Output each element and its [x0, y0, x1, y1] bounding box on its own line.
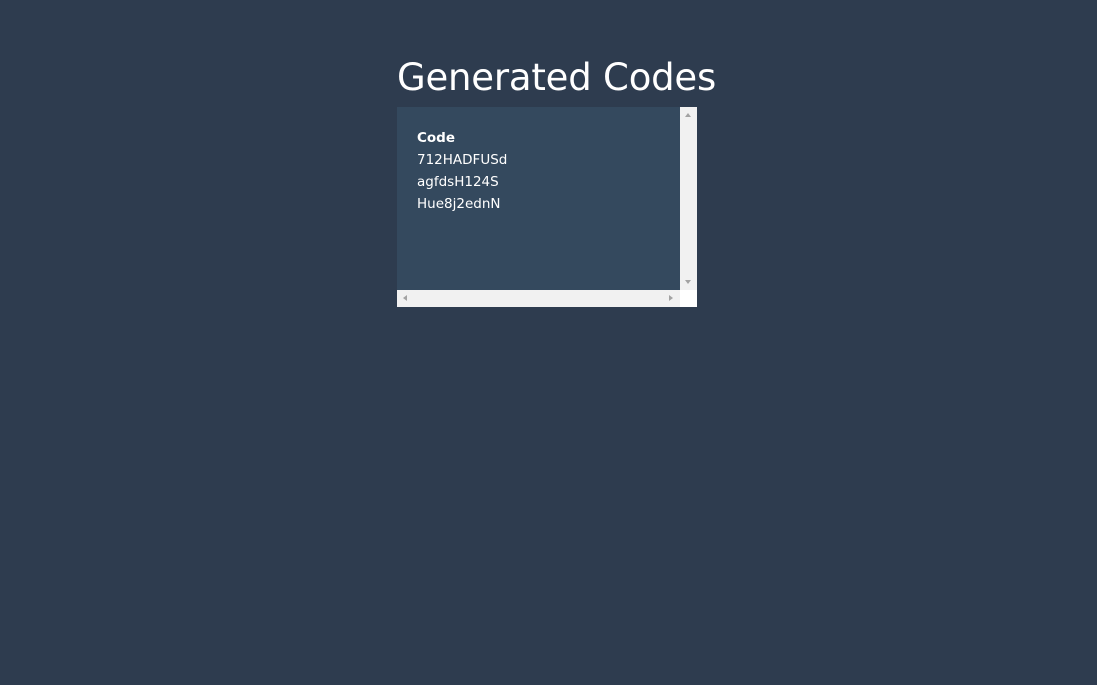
codes-panel: Code 712HADFUSd agfdsH124S Hue8j2ednN — [397, 107, 697, 307]
codes-table: Code 712HADFUSd agfdsH124S Hue8j2ednN — [417, 127, 507, 215]
table-row: agfdsH124S — [417, 171, 507, 193]
code-column-header: Code — [417, 130, 456, 146]
scrollbar-corner — [680, 290, 697, 307]
vertical-scrollbar[interactable] — [680, 107, 697, 290]
code-cell: agfdsH124S — [417, 174, 499, 190]
code-cell: Hue8j2ednN — [417, 196, 501, 212]
scroll-left-icon[interactable] — [403, 295, 407, 301]
table-row: 712HADFUSd — [417, 149, 507, 171]
codes-scroll-viewport[interactable]: Code 712HADFUSd agfdsH124S Hue8j2ednN — [397, 107, 680, 290]
horizontal-scrollbar[interactable] — [397, 290, 680, 307]
table-header-row: Code — [417, 127, 507, 149]
code-cell: 712HADFUSd — [417, 152, 508, 168]
scroll-up-icon[interactable] — [685, 113, 691, 117]
scroll-right-icon[interactable] — [669, 295, 673, 301]
scroll-down-icon[interactable] — [685, 280, 691, 284]
table-row: Hue8j2ednN — [417, 193, 507, 215]
page-title: Generated Codes — [397, 56, 717, 99]
